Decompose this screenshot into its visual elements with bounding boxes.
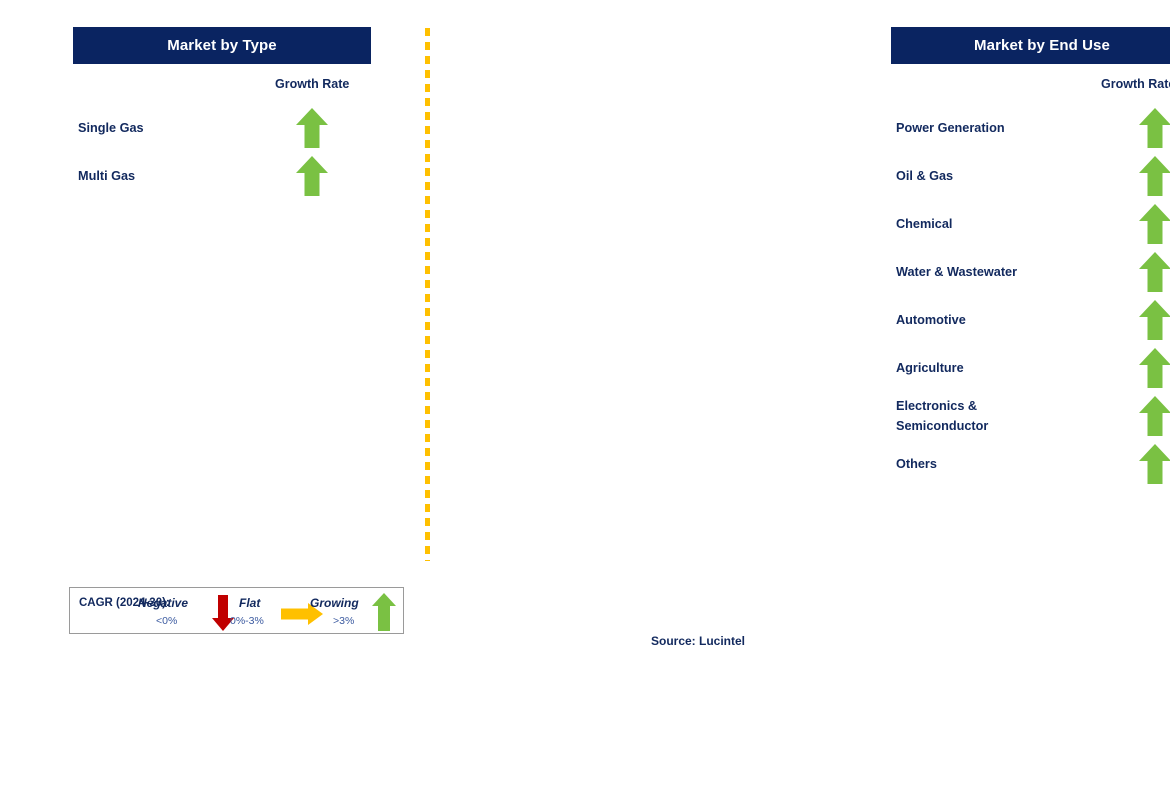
market-by-type-row-list: Single Gas Multi Gas: [78, 104, 378, 200]
up-arrow-icon: [295, 107, 329, 149]
up-arrow-icon: [371, 592, 397, 632]
list-item: Water & Wastewater: [896, 248, 1170, 296]
segment-label: Water & Wastewater: [896, 265, 1018, 279]
legend-range-flat: 0%-3%: [230, 615, 264, 627]
market-by-end-use-row-list: Power Generation Oil & Gas Chemical Wate…: [896, 104, 1170, 488]
list-item: Single Gas: [78, 104, 378, 152]
legend-term-flat: Flat: [239, 596, 261, 610]
segment-label: Electronics & Semiconductor: [896, 399, 989, 433]
list-item: Oil & Gas: [896, 152, 1170, 200]
up-arrow-icon: [1138, 155, 1170, 197]
legend-range-negative: <0%: [156, 615, 178, 627]
segment-label: Power Generation: [896, 121, 1005, 135]
up-arrow-icon: [295, 155, 329, 197]
market-by-type-header: Market by Type: [73, 27, 371, 64]
growth-rate-column-label-type: Growth Rate: [275, 77, 350, 91]
segment-label: Chemical: [896, 217, 953, 231]
market-by-end-use-header: Market by End Use: [891, 27, 1170, 64]
list-item: Others: [896, 440, 1170, 488]
market-by-type-panel: Market by Type Growth Rate Single Gas Mu…: [0, 0, 420, 806]
market-by-end-use-panel: Market by End Use Growth Rate Power Gene…: [428, 0, 1170, 806]
segment-label: Single Gas: [78, 121, 144, 135]
list-item: Chemical: [896, 200, 1170, 248]
legend-range-growing: >3%: [333, 615, 355, 627]
up-arrow-icon: [1138, 299, 1170, 341]
legend-term-negative: Negative: [138, 596, 189, 610]
cagr-legend: CAGR (2024-30): Negative <0% Flat 0%-3% …: [69, 587, 404, 634]
list-item: Electronics & Semiconductor: [896, 392, 1170, 440]
segment-label: Oil & Gas: [896, 169, 954, 183]
segment-label: Multi Gas: [78, 169, 136, 183]
source-note: Source: Lucintel: [651, 634, 746, 648]
list-item: Automotive: [896, 296, 1170, 344]
list-item: Agriculture: [896, 344, 1170, 392]
up-arrow-icon: [1138, 347, 1170, 389]
segment-label: Others: [896, 457, 937, 471]
up-arrow-icon: [1138, 107, 1170, 149]
up-arrow-icon: [1138, 251, 1170, 293]
segment-label: Agriculture: [896, 361, 964, 375]
segment-label: Automotive: [896, 313, 966, 327]
up-arrow-icon: [1138, 203, 1170, 245]
up-arrow-icon: [1138, 443, 1170, 485]
list-item: Power Generation: [896, 104, 1170, 152]
up-arrow-icon: [1138, 395, 1170, 437]
legend-term-growing: Growing: [310, 596, 359, 610]
list-item: Multi Gas: [78, 152, 378, 200]
growth-rate-column-label-enduse: Growth Rate: [1101, 77, 1170, 91]
